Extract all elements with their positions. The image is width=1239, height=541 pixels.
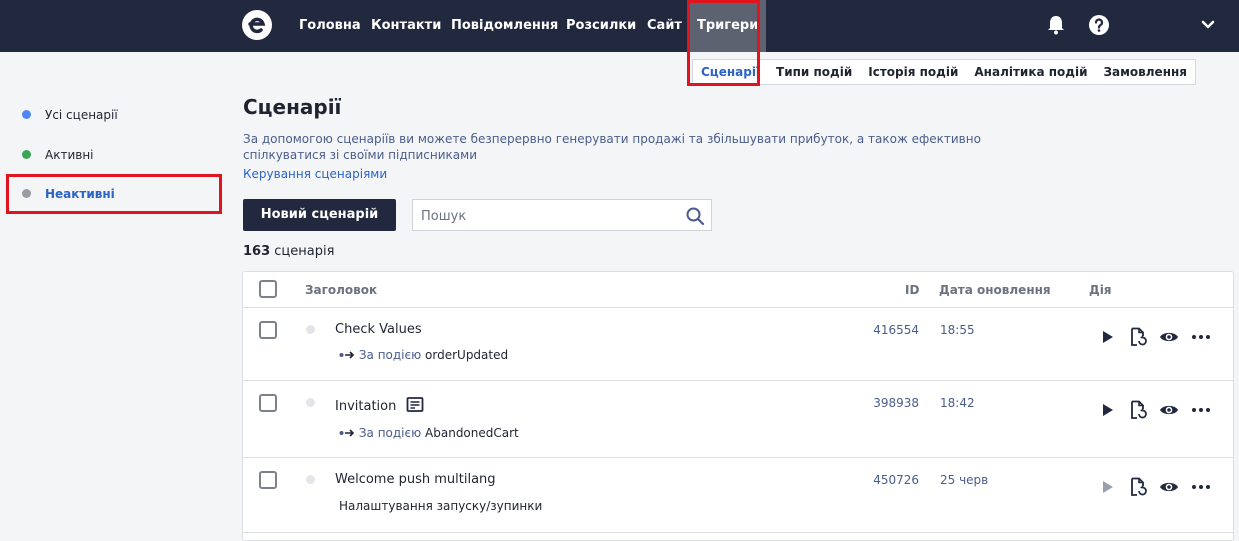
scenario-title-text: Invitation [335, 399, 397, 414]
select-all-checkbox[interactable] [259, 280, 277, 298]
nav-item-messages[interactable]: Повідомлення [451, 0, 558, 52]
trigger-event: orderUpdated [425, 348, 509, 362]
document-refresh-icon[interactable] [1128, 400, 1148, 420]
trigger-event: Налаштування запуску/зупинки [339, 499, 543, 513]
status-dot [306, 475, 315, 484]
top-navigation-bar: Головна Контакти Повідомлення Розсилки С… [0, 0, 1239, 52]
status-dot-active [22, 150, 31, 159]
subnav-event-history[interactable]: Історія подій [860, 60, 966, 84]
scenario-date: 18:55 [940, 323, 975, 337]
scenario-count: 163 сценарія [243, 244, 334, 259]
scenarios-table: Заголовок ID Дата оновлення Дія Check Va… [242, 271, 1234, 541]
trigger-arrow-icon [339, 429, 355, 437]
scenario-count-label: сценарія [274, 244, 335, 259]
document-refresh-icon[interactable] [1128, 327, 1148, 347]
table-row: Check Values За подією orderUpdated 4165… [243, 309, 1233, 381]
subnav-event-analytics[interactable]: Аналітика подій [966, 60, 1095, 84]
search-input[interactable] [421, 206, 681, 226]
search-box [412, 199, 712, 231]
trigger-event: AbandonedCart [425, 426, 519, 440]
note-icon[interactable] [406, 396, 424, 414]
play-icon[interactable] [1097, 477, 1117, 497]
eye-icon[interactable] [1159, 477, 1179, 497]
scenario-id: 416554 [873, 323, 919, 337]
scenario-title[interactable]: Welcome push multilang [335, 472, 496, 487]
sidebar-item-all[interactable]: Усі сценарії [22, 105, 118, 125]
header-action: Дія [1089, 283, 1112, 297]
page-description: За допомогою сценаріїв ви можете безпере… [243, 132, 981, 162]
table-row: Invitation За подією AbandonedCart 39893… [243, 382, 1233, 458]
scenario-id: 398938 [873, 396, 919, 410]
play-icon[interactable] [1097, 327, 1117, 347]
highlight-box-inactive [6, 174, 222, 214]
header-id[interactable]: ID [905, 283, 919, 297]
triggers-subnav: Сценарії Типи подій Історія подій Аналіт… [692, 59, 1196, 85]
search-icon[interactable] [685, 206, 705, 226]
play-icon[interactable] [1097, 400, 1117, 420]
status-dot-all [22, 110, 31, 119]
trigger-label: За подією [358, 426, 422, 440]
status-dot [306, 398, 315, 407]
status-dot [306, 325, 315, 334]
page-title: Сценарії [243, 95, 342, 119]
scenario-id: 450726 [873, 473, 919, 487]
chevron-down-icon[interactable] [1197, 14, 1219, 36]
nav-item-contacts[interactable]: Контакти [371, 0, 441, 52]
nav-item-home[interactable]: Головна [299, 0, 361, 52]
subnav-orders[interactable]: Замовлення [1096, 60, 1195, 84]
row-checkbox[interactable] [259, 394, 277, 412]
trigger-arrow-icon [339, 351, 355, 359]
highlight-box-triggers [687, 0, 760, 86]
table-row: Welcome push multilang Налаштування запу… [243, 459, 1233, 533]
table-header: Заголовок ID Дата оновлення Дія [243, 272, 1233, 308]
eye-icon[interactable] [1159, 400, 1179, 420]
sidebar-item-active[interactable]: Активні [22, 145, 94, 165]
bell-icon[interactable] [1045, 14, 1067, 36]
document-refresh-icon[interactable] [1128, 477, 1148, 497]
scenario-date: 25 черв [940, 473, 989, 487]
more-icon[interactable] [1191, 477, 1211, 497]
logo-icon[interactable] [241, 9, 273, 41]
sidebar-item-label: Усі сценарії [45, 108, 118, 122]
help-icon[interactable] [1088, 14, 1110, 36]
eye-icon[interactable] [1159, 327, 1179, 347]
row-checkbox[interactable] [259, 321, 277, 339]
sidebar-item-label: Активні [45, 148, 94, 162]
scenario-trigger: За подією AbandonedCart [339, 426, 519, 440]
scenario-trigger: За подією orderUpdated [339, 348, 508, 362]
header-date[interactable]: Дата оновлення [939, 283, 1051, 297]
scenario-trigger: Налаштування запуску/зупинки [339, 499, 542, 513]
scenario-date: 18:42 [940, 396, 975, 410]
more-icon[interactable] [1191, 400, 1211, 420]
scenario-count-number: 163 [243, 244, 271, 259]
new-scenario-button[interactable]: Новий сценарій [243, 199, 396, 231]
manage-scenarios-link[interactable]: Керування сценаріями [243, 167, 387, 181]
trigger-label: За подією [358, 348, 422, 362]
nav-item-campaigns[interactable]: Розсилки [566, 0, 636, 52]
row-checkbox[interactable] [259, 471, 277, 489]
header-title[interactable]: Заголовок [305, 283, 377, 297]
scenario-title[interactable]: Invitation [335, 396, 424, 414]
nav-item-site[interactable]: Сайт [647, 0, 682, 52]
scenario-title[interactable]: Check Values [335, 322, 422, 337]
subnav-event-types[interactable]: Типи подій [768, 60, 860, 84]
more-icon[interactable] [1191, 327, 1211, 347]
